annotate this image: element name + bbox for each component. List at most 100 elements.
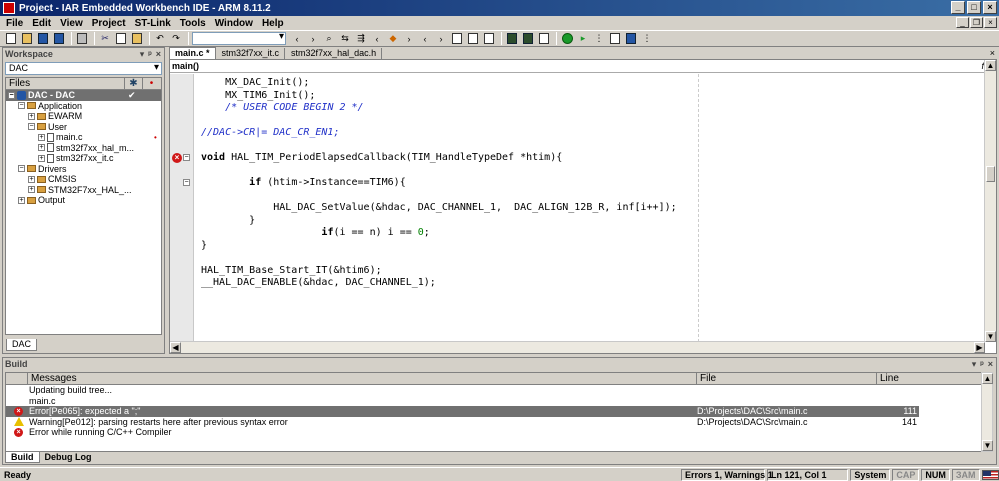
bookmark-toggle-button[interactable]: ⇶	[354, 32, 368, 46]
tab-stm32f7xx-it-c[interactable]: stm32f7xx_it.c	[217, 48, 286, 59]
redo-button[interactable]: ↷	[169, 32, 183, 46]
us-flag-icon[interactable]	[981, 469, 999, 480]
tree-item[interactable]: − Drivers	[6, 164, 161, 175]
editor-close-icon[interactable]: ×	[990, 48, 995, 58]
build-message-row[interactable]: Warning[Pe012]: parsing restarts here af…	[6, 416, 982, 428]
tree-item[interactable]: − User	[6, 122, 161, 133]
breakpoint-button[interactable]	[505, 32, 519, 46]
maximize-button[interactable]: □	[967, 1, 981, 14]
code-area[interactable]: MX_DAC_Init(); MX_TIM6_Init(); /* USER C…	[195, 74, 985, 342]
more-options-button[interactable]: ⋮	[592, 32, 606, 46]
editor-vertical-scrollbar[interactable]: ▲ ▼	[984, 60, 996, 342]
menu-project[interactable]: Project	[92, 18, 126, 29]
build-scrollbar[interactable]: ▲ ▼	[981, 372, 993, 452]
tree-item[interactable]: + Output	[6, 195, 161, 206]
function-selector[interactable]: main()	[172, 61, 199, 71]
build-message-row[interactable]: main.c	[6, 396, 982, 407]
workspace-tab-dac[interactable]: DAC	[6, 339, 38, 351]
mdi-minimize-button[interactable]: _	[956, 17, 969, 28]
build-message-row[interactable]: × Error[Pe065]: expected a ";" D:\Projects…	[6, 406, 919, 417]
workspace-close-icon[interactable]: ×	[156, 49, 161, 60]
tree-item[interactable]: + EWARM	[6, 111, 161, 122]
tree-item[interactable]: − Application	[6, 101, 161, 112]
editor-scroll-thumb[interactable]	[986, 166, 995, 182]
menu-st-link[interactable]: ST-Link	[135, 18, 171, 29]
bookmark-icon-button[interactable]: ◆	[386, 32, 400, 46]
mdi-restore-button[interactable]: ❐	[970, 17, 983, 28]
editor-horizontal-scrollbar[interactable]: ◀ ▶	[170, 341, 985, 353]
expander-icon[interactable]: +	[38, 154, 45, 162]
configuration-select[interactable]: DAC	[5, 62, 162, 75]
bookmark-prev-button[interactable]: ‹	[370, 32, 384, 46]
navigate-back-button[interactable]: ‹	[418, 32, 432, 46]
expander-icon[interactable]: −	[8, 91, 15, 99]
debug-without-download-button[interactable]: ▸	[576, 32, 590, 46]
new-file-button[interactable]	[4, 32, 18, 46]
menu-tools[interactable]: Tools	[180, 18, 206, 29]
cut-button[interactable]: ✂	[98, 32, 112, 46]
tree-item[interactable]: + STM32F7xx_HAL_...	[6, 185, 161, 196]
find-icon-button[interactable]: ⌕	[322, 32, 336, 46]
line-column-header[interactable]: Line	[877, 373, 982, 384]
build-message-row[interactable]: Updating build tree...	[6, 385, 982, 396]
expander-icon[interactable]: +	[28, 186, 35, 194]
menu-edit[interactable]: Edit	[32, 18, 51, 29]
tree-item[interactable]: + CMSIS	[6, 174, 161, 185]
gear-icon[interactable]: ✱	[124, 78, 142, 89]
close-button[interactable]: ×	[983, 1, 997, 14]
build-pin-icon[interactable]: ᵖ	[980, 359, 984, 370]
debug-settings-button[interactable]	[521, 32, 535, 46]
paste-button[interactable]	[130, 32, 144, 46]
undo-button[interactable]: ↶	[153, 32, 167, 46]
tree-item[interactable]: + main.c •	[6, 132, 161, 143]
bookmark-next-button[interactable]: ›	[402, 32, 416, 46]
expander-icon[interactable]: −	[18, 165, 25, 173]
expander-icon[interactable]: +	[28, 112, 35, 120]
tab-stm32f7xx-hal-dac-h[interactable]: stm32f7xx_hal_dac.h	[286, 48, 383, 59]
compile-button[interactable]	[450, 32, 464, 46]
download-debug-button[interactable]	[560, 32, 574, 46]
tree-item[interactable]: + stm32f7xx_hal_m...	[6, 143, 161, 154]
toolbar-overflow-button[interactable]: ⋮	[640, 32, 654, 46]
build-menu-icon[interactable]: ▾	[972, 359, 977, 370]
code-editor[interactable]: main() f() ×−− MX_DAC_Init(); MX_TIM6_In…	[169, 59, 997, 354]
workspace-menu-icon[interactable]: ▾	[140, 49, 145, 60]
check-button[interactable]	[466, 32, 480, 46]
scroll-left-icon[interactable]: ◀	[170, 342, 181, 353]
file-column-header[interactable]: File	[697, 373, 877, 384]
expander-icon[interactable]: +	[38, 133, 45, 141]
scroll-up-icon[interactable]: ▲	[985, 60, 996, 71]
fold-toggle-icon[interactable]: −	[183, 154, 190, 161]
fold-toggle-icon[interactable]: −	[183, 179, 190, 186]
build-close-icon[interactable]: ×	[988, 359, 993, 370]
menu-help[interactable]: Help	[262, 18, 284, 29]
layout-button[interactable]	[608, 32, 622, 46]
stop-build-button[interactable]	[537, 32, 551, 46]
copy-button[interactable]	[114, 32, 128, 46]
save-all-button[interactable]	[52, 32, 66, 46]
build-scroll-down-icon[interactable]: ▼	[982, 440, 993, 451]
open-button[interactable]	[20, 32, 34, 46]
scroll-down-icon[interactable]: ▼	[985, 331, 996, 342]
find-prev-button[interactable]: ‹	[290, 32, 304, 46]
scroll-right-icon[interactable]: ▶	[974, 342, 985, 353]
make-button[interactable]	[482, 32, 496, 46]
error-marker-icon[interactable]: ×	[172, 153, 182, 163]
editor-gutter[interactable]: × − −	[170, 74, 194, 342]
find-next-button[interactable]: ›	[306, 32, 320, 46]
expander-icon[interactable]: +	[28, 175, 35, 183]
menu-window[interactable]: Window	[215, 18, 253, 29]
menu-view[interactable]: View	[60, 18, 83, 29]
find-combo[interactable]	[192, 31, 286, 45]
expander-icon[interactable]: −	[28, 123, 35, 131]
minimize-button[interactable]: _	[951, 1, 965, 14]
tab-build[interactable]: Build	[5, 452, 40, 463]
save-button[interactable]	[36, 32, 50, 46]
tab-main-c[interactable]: main.c *	[169, 47, 216, 59]
messages-column-header[interactable]: Messages	[28, 373, 697, 384]
tree-item[interactable]: − DAC - DAC ✔	[6, 90, 161, 101]
build-message-row[interactable]: × Error while running C/C++ Compiler	[6, 427, 982, 438]
print-button[interactable]	[75, 32, 89, 46]
workspace-pin-icon[interactable]: ᵖ	[148, 49, 152, 60]
expander-icon[interactable]: −	[18, 102, 25, 110]
